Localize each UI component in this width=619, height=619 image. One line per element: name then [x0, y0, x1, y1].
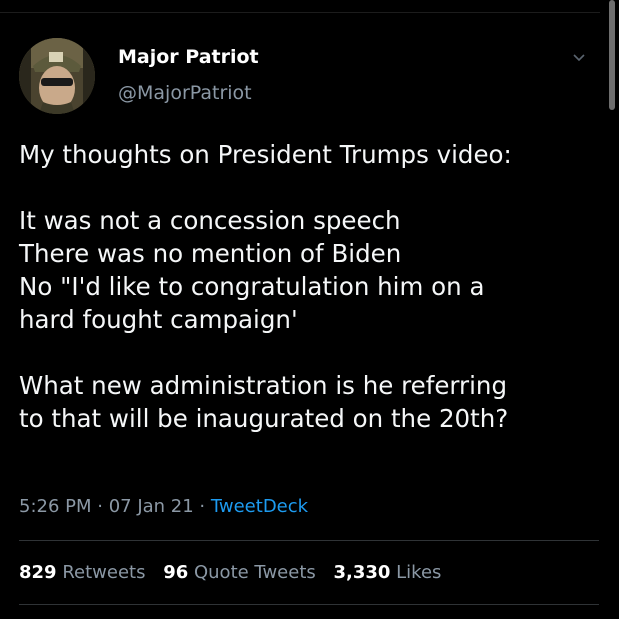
tweet-line: hard fought campaign'	[19, 305, 298, 334]
chevron-down-icon[interactable]	[571, 50, 587, 66]
likes-label: Likes	[396, 562, 442, 583]
tweet-line: What new administration is he referring	[19, 371, 507, 400]
top-divider	[0, 12, 600, 13]
retweets-stat[interactable]: 829 Retweets	[19, 562, 145, 583]
tweet-line: There was no mention of Biden	[19, 239, 402, 268]
scrollbar[interactable]	[609, 0, 615, 110]
tweet-line: My thoughts on President Trumps video:	[19, 140, 512, 169]
avatar[interactable]	[19, 38, 95, 114]
retweets-label: Retweets	[62, 562, 146, 583]
stats-divider-top	[19, 540, 599, 541]
display-name[interactable]: Major Patriot	[118, 44, 259, 70]
meta-separator: ·	[91, 496, 109, 517]
tweet-line: to that will be inaugurated on the 20th?	[19, 404, 509, 433]
stats-divider-bottom	[19, 604, 599, 605]
meta-separator: ·	[193, 496, 211, 517]
tweet-line: It was not a concession speech	[19, 206, 401, 235]
user-handle[interactable]: @MajorPatriot	[118, 80, 259, 106]
quote-tweets-label: Quote Tweets	[193, 562, 316, 583]
quote-tweets-stat[interactable]: 96 Quote Tweets	[163, 562, 316, 583]
tweet-date[interactable]: 07 Jan 21	[109, 496, 194, 517]
likes-count: 3,330	[333, 562, 391, 583]
tweet-text: My thoughts on President Trumps video: I…	[19, 138, 604, 435]
quote-tweets-count: 96	[163, 562, 189, 583]
tweet-source-link[interactable]: TweetDeck	[211, 496, 308, 517]
likes-stat[interactable]: 3,330 Likes	[333, 562, 441, 583]
tweet-metadata: 5:26 PM · 07 Jan 21 · TweetDeck	[19, 494, 308, 520]
user-names: Major Patriot @MajorPatriot	[118, 44, 259, 106]
tweet-line: No "I'd like to congratulation him on a	[19, 272, 485, 301]
tweet-header: Major Patriot @MajorPatriot	[19, 38, 599, 114]
tweet-time[interactable]: 5:26 PM	[19, 496, 92, 517]
tweet-stats: 829 Retweets 96 Quote Tweets 3,330 Likes	[19, 560, 453, 586]
avatar-image	[19, 38, 95, 114]
retweets-count: 829	[19, 562, 57, 583]
